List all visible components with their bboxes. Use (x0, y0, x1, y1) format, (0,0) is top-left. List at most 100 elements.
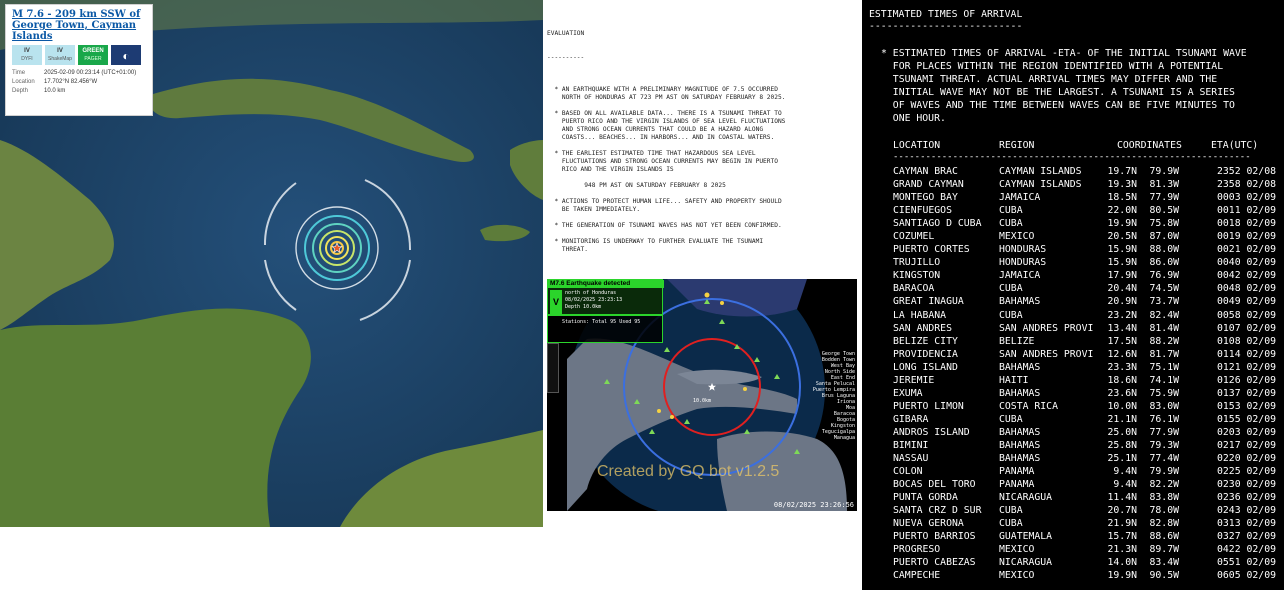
eta-longitude-cell: 77.9W (1149, 192, 1180, 204)
eta-time-cell: 2358 02/08 (1217, 179, 1276, 191)
radar-depth: Depth 10.0km (565, 304, 602, 310)
eta-region-cell: CAYMAN ISLANDS (999, 179, 1082, 191)
eta-time-cell: 0114 02/09 (1217, 348, 1276, 360)
eta-region-cell: GUATEMALA (999, 531, 1053, 543)
evaluation-line: FLUCTUATIONS AND STRONG OCEAN CURRENTS M… (547, 158, 778, 165)
eta-longitude-cell: 82.8W (1149, 518, 1180, 530)
column-header-eta: ETA(UTC) (1211, 140, 1259, 151)
eta-region-cell: HONDURAS (999, 244, 1047, 256)
column-header-location: LOCATION (893, 140, 941, 151)
eta-region-cell: MEXICO (999, 570, 1035, 582)
eta-latitude-cell: 22.0N (1107, 205, 1138, 217)
eta-latitude-cell: 20.7N (1107, 505, 1138, 517)
eta-region-cell: BAHAMAS (999, 296, 1041, 308)
table-row: NASSAU BAHAMAS 25.1N 77.4W 0220 02/09 (893, 452, 1281, 465)
eta-region-cell: CUBA (999, 505, 1023, 517)
evaluation-line: * AN EARTHQUAKE WITH A PRELIMINARY MAGNI… (547, 86, 778, 93)
eta-table-header: LOCATION REGION COORDINATES ETA(UTC) (893, 140, 1281, 152)
tsunami-logo-icon[interactable]: ◐ (111, 45, 141, 65)
table-row: JEREMIE HAITI 18.6N 74.1W 0126 02/09 (893, 374, 1281, 387)
table-row: KINGSTON JAMAICA 17.9N 76.9W 0042 02/09 (893, 269, 1281, 282)
eta-location-cell: LONG ISLAND (893, 361, 958, 373)
table-row: PUERTO CORTES HONDURAS 15.9N 88.0W 0021 02/0… (893, 243, 1281, 256)
eta-latitude-cell: 18.5N (1107, 192, 1138, 204)
pager-badge[interactable]: GREEN PAGER (78, 45, 108, 65)
shakemap-badge-label: ShakeMap (48, 56, 72, 62)
eta-region-cell: NICARAGUA (999, 492, 1053, 504)
eta-time-cell: 0137 02/09 (1217, 387, 1276, 399)
eta-time-cell: 0021 02/09 (1217, 244, 1276, 256)
eta-time-cell: 0236 02/09 (1217, 492, 1276, 504)
eta-latitude-cell: 11.4N (1107, 492, 1138, 504)
eta-time-cell: 0019 02/09 (1217, 231, 1276, 243)
radar-region: north of Honduras (565, 290, 617, 296)
eta-longitude-cell: 87.0W (1149, 231, 1180, 243)
eta-region-cell: JAMAICA (999, 192, 1041, 204)
eta-location-cell: GREAT INAGUA (893, 296, 964, 308)
eta-location-cell: NUEVA GERONA (893, 518, 964, 530)
eta-latitude-cell: 19.9N (1107, 570, 1138, 582)
eta-region-cell: BELIZE (999, 335, 1035, 347)
eta-location-cell: BIMINI (893, 439, 929, 451)
table-row: GREAT INAGUA BAHAMAS 20.9N 73.7W 0049 02/09 (893, 295, 1281, 308)
shakemap-badge[interactable]: IV ShakeMap (45, 45, 75, 65)
table-row: TRUJILLO HONDURAS 15.9N 86.0W 0040 02/09 (893, 256, 1281, 269)
eta-time-cell: 0422 02/09 (1217, 544, 1276, 556)
eta-location-cell: GIBARA (893, 413, 929, 425)
eta-longitude-cell: 88.0W (1149, 244, 1180, 256)
table-row: BOCAS DEL TORO PANAMA 9.4N 82.2W 0230 02/09 (893, 478, 1281, 491)
eta-longitude-cell: 76.9W (1149, 270, 1180, 282)
eta-latitude-cell: 13.4N (1107, 322, 1138, 334)
eta-region-cell: COSTA RICA (999, 400, 1058, 412)
dyfi-badge-label: DYFI (21, 56, 33, 62)
evaluation-bulletin: EVALUATION ---------- * AN EARTHQUAKE WI… (547, 14, 844, 264)
eta-latitude-cell: 17.5N (1107, 335, 1138, 347)
eta-time-cell: 0108 02/09 (1217, 335, 1276, 347)
eta-location-cell: BARACOA (893, 283, 935, 295)
eta-location-cell: PUERTO CORTES (893, 244, 970, 256)
eta-latitude-cell: 23.3N (1107, 361, 1138, 373)
eta-latitude-cell: 15.7N (1107, 531, 1138, 543)
eta-region-cell: BAHAMAS (999, 426, 1041, 438)
table-row: SANTA CRZ D SUR CUBA 20.7N 78.0W 0243 02/09 (893, 504, 1281, 517)
evaluation-line: PUERTO RICO AND THE VIRGIN ISLANDS OF SE… (547, 118, 786, 125)
eta-note-line: * ESTIMATED TIMES OF ARRIVAL -ETA- OF TH… (881, 48, 1247, 59)
table-row: COLON PANAMA 9.4N 79.9W 0225 02/09 (893, 465, 1281, 478)
eta-location-cell: CIENFUEGOS (893, 205, 952, 217)
eta-longitude-cell: 79.9W (1149, 466, 1180, 478)
eta-latitude-cell: 18.6N (1107, 374, 1138, 386)
dyfi-badge-value: IV (24, 48, 30, 54)
eta-location-cell: BOCAS DEL TORO (893, 479, 976, 491)
dyfi-badge[interactable]: IV DYFI (12, 45, 42, 65)
table-row: EXUMA BAHAMAS 23.6N 75.9W 0137 02/09 (893, 387, 1281, 400)
eta-time-cell: 0313 02/09 (1217, 518, 1276, 530)
eta-latitude-cell: 14.0N (1107, 557, 1138, 569)
eta-latitude-cell: 20.5N (1107, 231, 1138, 243)
eta-location-cell: KINGSTON (893, 270, 941, 282)
eta-note-line: ONE HOUR. (881, 113, 946, 124)
eta-longitude-cell: 79.9W (1149, 166, 1180, 177)
eta-location-cell: ANDROS ISLAND (893, 426, 970, 438)
earthquake-map[interactable]: M 7.6 - 209 km SSW of George Town, Cayma… (0, 0, 543, 527)
eta-location-cell: JEREMIE (893, 374, 935, 386)
time-value: 2025-02-09 00:23:14 (UTC+01:00) (44, 70, 137, 76)
eta-longitude-cell: 81.3W (1149, 179, 1180, 191)
eta-location-cell: CAYMAN BRAC (893, 166, 958, 177)
table-row: PROGRESO MEXICO 21.3N 89.7W 0422 02/09 (893, 543, 1281, 556)
radar-legend-item: Managua (833, 435, 855, 441)
eta-longitude-cell: 86.0W (1149, 257, 1180, 269)
eta-time-cell: 0155 02/09 (1217, 413, 1276, 425)
eta-longitude-cell: 88.6W (1149, 531, 1180, 543)
eta-region-cell: HONDURAS (999, 257, 1047, 269)
evaluation-line (547, 214, 844, 222)
pager-badge-label: PAGER (84, 56, 102, 62)
detection-radar: M7.6 Earthquake detected V north of Hond… (547, 279, 857, 511)
eta-region-cell: BAHAMAS (999, 387, 1041, 399)
table-row: CAYMAN BRAC CAYMAN ISLANDS 19.7N 79.9W 2352 … (893, 165, 1281, 178)
eta-table-rule: ----------------------------------------… (893, 152, 1251, 162)
eta-time-cell: 0107 02/09 (1217, 322, 1276, 334)
eta-region-cell: CAYMAN ISLANDS (999, 166, 1082, 177)
evaluation-line: 948 PM AST ON SATURDAY FEBRUARY 8 2025 (547, 182, 726, 189)
earthquake-title-link[interactable]: M 7.6 - 209 km SSW of George Town, Cayma… (12, 9, 146, 42)
evaluation-underline: ---------- (547, 54, 585, 61)
